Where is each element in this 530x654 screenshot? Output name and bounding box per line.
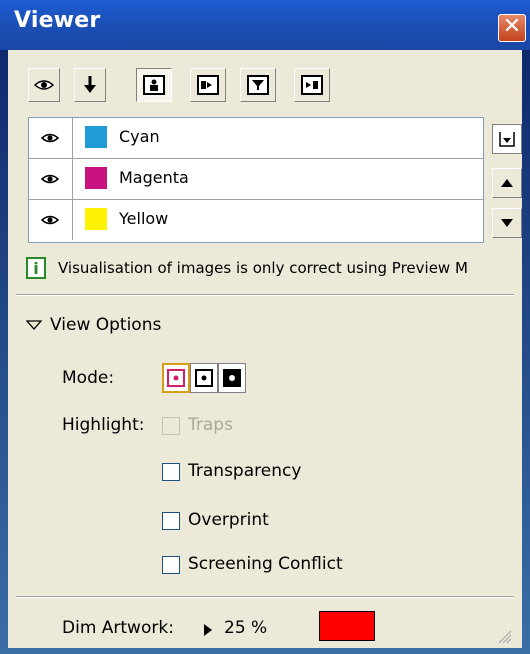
dim-artwork-value[interactable]: 25 % [224, 618, 267, 638]
overprint-label: Overprint [188, 510, 269, 530]
dim-color-swatch[interactable] [319, 611, 375, 641]
color-swatch-magenta [85, 167, 107, 189]
eye-icon [41, 133, 59, 143]
color-swatch-cyan [85, 126, 107, 148]
eye-icon [41, 174, 59, 184]
expand-arrow-icon[interactable] [204, 624, 212, 636]
download-tray-icon [499, 132, 515, 147]
row-visibility-toggle[interactable] [29, 200, 73, 240]
screening-conflict-label: Screening Conflict [188, 554, 343, 574]
scroll-down-button[interactable] [492, 208, 522, 238]
info-message: Visualisation of images is only correct … [58, 259, 468, 277]
separations-list: Cyan Magenta Yellow [28, 117, 484, 243]
view-mode-3-icon [247, 75, 269, 95]
overprint-checkbox[interactable] [162, 512, 180, 530]
title-bar[interactable]: Viewer ✕ [0, 0, 530, 50]
view-mode-2-button[interactable] [190, 68, 226, 102]
close-icon: ✕ [502, 14, 522, 39]
close-button[interactable]: ✕ [498, 14, 526, 42]
download-button[interactable] [74, 68, 106, 102]
row-visibility-toggle[interactable] [29, 159, 73, 199]
view-mode-2-icon [197, 75, 219, 95]
mode-button-3[interactable] [218, 363, 246, 393]
resize-grip-icon[interactable] [498, 630, 512, 644]
transparency-checkbox[interactable] [162, 463, 180, 481]
toggle-visibility-button[interactable] [28, 68, 60, 102]
eye-icon [41, 215, 59, 225]
view-mode-4-button[interactable] [294, 68, 330, 102]
window-title: Viewer [14, 8, 101, 33]
view-mode-3-button[interactable] [240, 68, 276, 102]
eye-icon [34, 80, 54, 90]
arrow-down-icon [501, 219, 513, 227]
traps-label: Traps [188, 415, 233, 435]
transparency-label: Transparency [188, 461, 302, 481]
arrow-up-icon [501, 179, 513, 187]
mode-1-icon [167, 369, 185, 387]
dim-artwork-label: Dim Artwork: [62, 618, 174, 638]
view-mode-4-icon [301, 75, 323, 95]
scroll-up-button[interactable] [492, 168, 522, 198]
info-icon: i [26, 257, 46, 279]
viewer-window: Viewer ✕ Cyan Magenta Yellow i Visualisa… [0, 0, 530, 654]
download-arrow-icon [84, 76, 96, 93]
color-swatch-yellow [85, 208, 107, 230]
mode-button-2[interactable] [190, 363, 218, 393]
separation-row-magenta[interactable]: Magenta [29, 159, 483, 200]
mode-3-icon [223, 369, 241, 387]
divider [16, 596, 514, 598]
screening-conflict-checkbox[interactable] [162, 556, 180, 574]
collapse-triangle-icon[interactable] [26, 320, 42, 330]
mode-button-1[interactable] [162, 363, 190, 393]
separation-name: Cyan [119, 127, 160, 146]
separation-name: Magenta [119, 168, 189, 187]
row-visibility-toggle[interactable] [29, 118, 73, 158]
separation-row-yellow[interactable]: Yellow [29, 200, 483, 241]
mode-label: Mode: [62, 368, 115, 388]
view-options-header[interactable]: View Options [50, 315, 161, 335]
view-mode-1-icon [143, 75, 165, 95]
export-button[interactable] [492, 124, 522, 154]
traps-checkbox[interactable] [162, 417, 180, 435]
viewer-panel: Cyan Magenta Yellow i Visualisation of i… [8, 50, 522, 648]
mode-2-icon [195, 369, 213, 387]
separation-row-cyan[interactable]: Cyan [29, 118, 483, 159]
view-mode-1-button[interactable] [136, 68, 172, 102]
separation-name: Yellow [119, 209, 169, 228]
divider [16, 294, 514, 296]
highlight-label: Highlight: [62, 415, 145, 435]
